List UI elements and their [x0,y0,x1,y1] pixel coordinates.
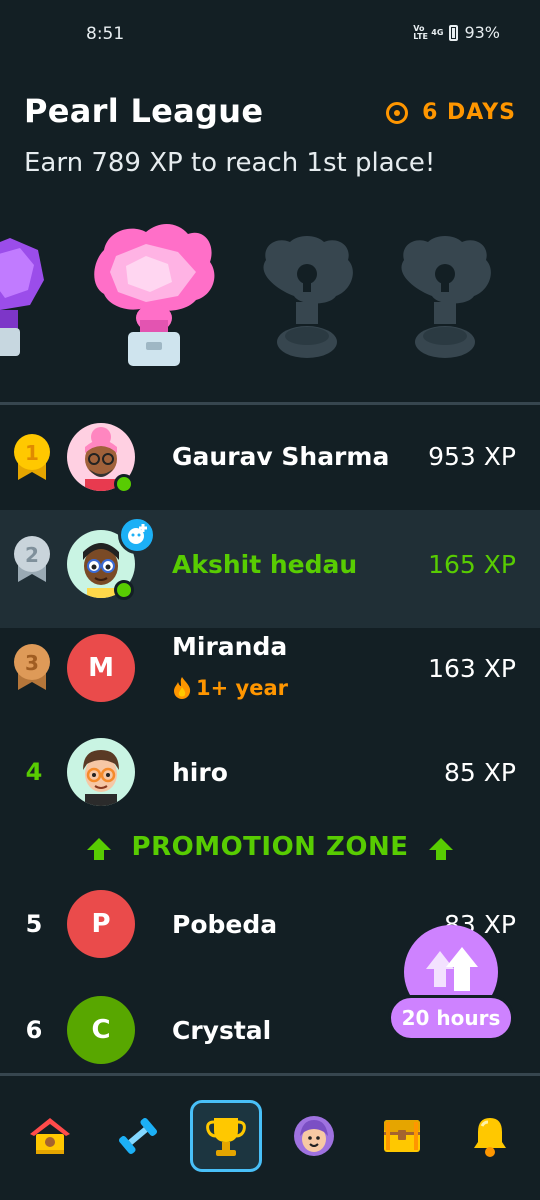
user-name: Gaurav Sharma [172,442,390,471]
home-icon [30,1118,70,1154]
promotion-zone-label: PROMOTION ZONE [131,832,409,862]
days-left-badge: 6 DAYS [386,100,516,125]
leaderboard-row[interactable]: 4 hiro 85 XP [0,712,540,830]
user-xp: 953 XP [428,442,516,471]
league-title: Pearl League [24,92,264,130]
boost-timer-label: 20 hours [388,995,514,1041]
bottom-navigation [0,1076,540,1200]
status-bar: 8:51 Vo LTE 4G 93% [0,0,540,70]
practice-dumbbell-icon [119,1117,157,1155]
svg-text:2: 2 [25,543,39,567]
notifications-bell-icon [474,1118,506,1157]
nav-home[interactable] [14,1100,86,1172]
amethyst-league-icon[interactable] [0,238,44,356]
nav-shop[interactable] [366,1100,438,1172]
nav-profile[interactable] [278,1100,350,1172]
avatar-pobeda[interactable]: P [67,890,135,958]
rank-number: 6 [25,1016,43,1044]
user-name: Pobeda [172,910,278,939]
locked-league-icon[interactable] [401,236,491,358]
flame-icon [174,677,191,699]
battery-icon [449,24,459,41]
nav-leaderboards[interactable] [190,1100,262,1172]
xp-boost-timer-button[interactable]: 20 hours [388,925,514,1045]
rank-number: 5 [25,910,43,938]
days-left-text: 6 DAYS [422,100,516,125]
volte-icon: Vo LTE [413,23,428,41]
svg-text:3: 3 [25,651,39,675]
user-name: Akshit hedau [172,550,358,579]
league-subtitle: Earn 789 XP to reach 1st place! [24,148,436,178]
user-xp: 163 XP [428,654,516,683]
locked-league-icon[interactable] [263,236,353,358]
streak-text: 1+ year [196,676,288,700]
user-name: hiro [172,758,228,787]
avatar-hiro[interactable] [67,738,135,806]
user-xp: 85 XP [444,758,516,787]
leaderboard-trophy-icon [206,1118,246,1156]
pearl-league-icon[interactable] [94,223,215,366]
gold-medal-icon: 1 [14,434,50,480]
avatar-miranda[interactable]: M [67,634,135,702]
shop-chest-icon [384,1120,420,1152]
league-trophies-row[interactable] [0,210,540,380]
status-icons: Vo LTE 4G 93% [413,23,500,42]
leaderboard-row-current-user[interactable]: 2 Akshit hedau 165 XP [0,510,540,628]
silver-medal-icon: 2 [14,536,50,582]
user-name: Miranda [172,632,288,661]
battery-percent: 93% [464,23,500,42]
avatar-crystal[interactable]: C [67,996,135,1064]
user-name: Crystal [172,1016,272,1045]
profile-icon [294,1116,334,1156]
online-indicator [114,474,134,494]
streak-badge: 1+ year [172,676,288,700]
add-friend-icon[interactable] [118,516,156,554]
up-arrow-icon [429,838,453,860]
nav-practice[interactable] [102,1100,174,1172]
online-indicator [114,580,134,600]
bronze-medal-icon: 3 [14,644,50,690]
leaderboard-row[interactable]: 1 Gaurav Sharma 953 XP [0,398,540,516]
svg-text:1: 1 [25,441,39,465]
network-type: 4G [431,27,444,37]
status-time: 8:51 [86,24,125,44]
timer-icon [386,101,409,124]
nav-notifications[interactable] [454,1100,526,1172]
rank-number: 4 [25,758,43,786]
user-xp: 165 XP [428,550,516,579]
